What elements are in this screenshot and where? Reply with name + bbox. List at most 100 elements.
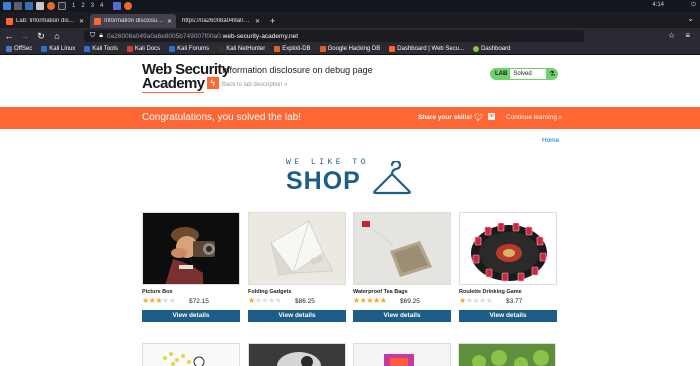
view-details-button[interactable]: View details [353,310,451,322]
bookmark-label: Kali NetHunter [226,46,266,52]
hanger-icon [373,161,411,195]
share-text: Share your skills! [418,114,473,121]
bookmark-kali-docs[interactable]: Kali Docs [126,46,160,52]
burp-icon[interactable] [113,2,122,10]
product-name: Picture Box [142,289,173,295]
product-image[interactable] [353,343,451,366]
lab-title: Information disclosure on debug page [222,65,373,75]
solved-banner: Congratulations, you solved the lab! Sha… [0,107,700,129]
bookmark-offsec[interactable]: OffSec [6,46,32,52]
shop-tagline: WE LIKE TO [286,158,370,167]
lock-icon[interactable]: 🔒︎ [99,32,103,40]
back-arrow-icon[interactable]: ← [2,31,16,41]
folding-gadgets-image [249,213,345,284]
close-icon[interactable]: ✕ [79,18,84,25]
product-image[interactable] [142,212,240,285]
bookmark-kali-linux[interactable]: Kali Linux [41,46,75,52]
browser-navbar: ← → ↻ ⌂ ⛉ 🔒︎ 0a26008a049a0a6e8005b749007… [0,28,700,44]
portswigger-favicon-icon [6,17,13,25]
url-bar[interactable]: ⛉ 🔒︎ 0a26008a049a0a6e8005b749007f00a0.we… [84,30,584,42]
new-tab-button[interactable]: + [270,16,275,26]
bookmark-dashboard-web-security[interactable]: Dashboard | Web Secu... [389,46,464,52]
home-icon[interactable]: ⌂ [50,31,64,41]
bookmark-label: Dashboard [481,46,511,52]
view-details-button[interactable]: View details [248,310,346,322]
kali-menu-icon[interactable] [3,2,11,10]
lab-header: Web Security Academy ϟ Information disclo… [142,60,560,106]
linkedin-icon[interactable]: in [488,113,495,120]
firefox-icon[interactable] [47,2,55,10]
bookmark-kali-nethunter[interactable]: Kali NetHunter [218,46,265,52]
tab-information-disclosure[interactable]: Information disclosure o ✕ [90,14,176,28]
product-name: Folding Gadgets [248,289,292,295]
tab-url[interactable]: https://0a26008a049a0a6e ✕ [178,14,264,28]
lab-status-badge: LAB Solved ⚗ [490,68,558,80]
terminal-icon[interactable] [58,2,66,10]
bookmark-google-hacking-db[interactable]: Google Hacking DB [319,46,380,52]
home-link[interactable]: Home [542,137,559,144]
product-image[interactable] [458,343,556,366]
power-icon[interactable]: ⏻ [691,2,696,9]
product-image[interactable] [248,212,346,285]
bookmark-icon [41,46,48,52]
lightning-icon: ϟ [206,77,219,89]
forward-arrow-icon[interactable]: → [18,31,32,41]
bookmark-label: Kali Tools [92,46,118,52]
view-details-button[interactable]: View details [142,310,240,322]
close-icon[interactable]: ✕ [255,18,260,25]
picture-box-image [143,213,239,284]
firefox-window-icon[interactable] [124,2,133,10]
web-page: Web Security Academy ϟ Information disclo… [0,55,700,366]
product-image[interactable] [142,343,240,366]
continue-learning-link[interactable]: Continue learning » [506,114,562,121]
workspace-3[interactable]: 3 [91,3,94,9]
bookmark-label: Kali Linux [49,46,76,52]
files-icon[interactable] [25,2,33,10]
bookmark-kali-tools[interactable]: Kali Tools [84,46,118,52]
tab-lab-description[interactable]: Lab: Information disclosu ✕ [2,14,88,28]
twitter-icon[interactable]: 🐦︎ [474,113,484,122]
bookmark-icon [274,46,281,52]
os-taskbar: 1 2 3 4 4:14 ⏻ [0,0,700,12]
bookmark-icon [126,46,133,52]
product-image[interactable] [459,212,557,285]
rating-stars: ★★★★★ [459,296,493,305]
tab-title: Information disclosure o [104,18,164,24]
product-name: Roulette Drinking Game [459,289,522,295]
bookmark-label: Dashboard | Web Secu... [397,46,465,52]
desktop-icon[interactable] [14,2,22,10]
product-image[interactable] [248,343,346,366]
shield-icon[interactable]: ⛉ [90,32,95,40]
bookmark-label: OffSec [14,46,33,52]
chevron-right-icon: » [558,114,563,121]
product-thumbnail [163,352,205,366]
toolbar-menu-icon[interactable]: ☆ ≡ [668,31,694,40]
reload-icon[interactable]: ↻ [34,31,48,42]
text-editor-icon[interactable] [36,2,44,10]
bookmark-dashboard[interactable]: Dashboard [473,46,510,52]
view-details-button[interactable]: View details [459,310,557,322]
tab-title: https://0a26008a049a0a6e [182,18,252,24]
product-image[interactable] [353,212,451,285]
web-security-academy-logo[interactable]: Web Security Academy ϟ [142,62,230,93]
bookmark-icon [218,46,225,52]
portswigger-favicon-icon [94,17,101,25]
tab-title: Lab: Information disclosu [16,18,76,24]
bookmarks-bar: OffSec Kali Linux Kali Tools Kali Docs K… [0,44,700,55]
url-subdomain: 0a26008a049a0a6e8005b749007f00a0. [106,32,223,40]
close-icon[interactable]: ✕ [167,18,172,25]
product-thumbnail [384,354,414,366]
back-to-lab-description-link[interactable]: Back to lab description » [222,82,287,88]
workspace-4[interactable]: 4 [100,3,103,9]
product-name: Waterproof Tea Bags [353,289,408,295]
tab-list-chevron-icon[interactable]: ⌄ [687,14,694,23]
shop-heading: WE LIKE TO SHOP [286,158,416,200]
product-price: $86.25 [295,298,315,305]
workspace-2[interactable]: 2 [81,3,84,9]
product-thumbnail [472,350,549,366]
flask-icon: ⚗ [548,71,556,78]
bookmark-kali-forums[interactable]: Kali Forums [169,46,209,52]
browser-tab-strip: Lab: Information disclosu ✕ Information … [0,12,700,28]
workspace-1[interactable]: 1 [72,3,75,9]
bookmark-exploit-db[interactable]: Exploit-DB [274,46,311,52]
